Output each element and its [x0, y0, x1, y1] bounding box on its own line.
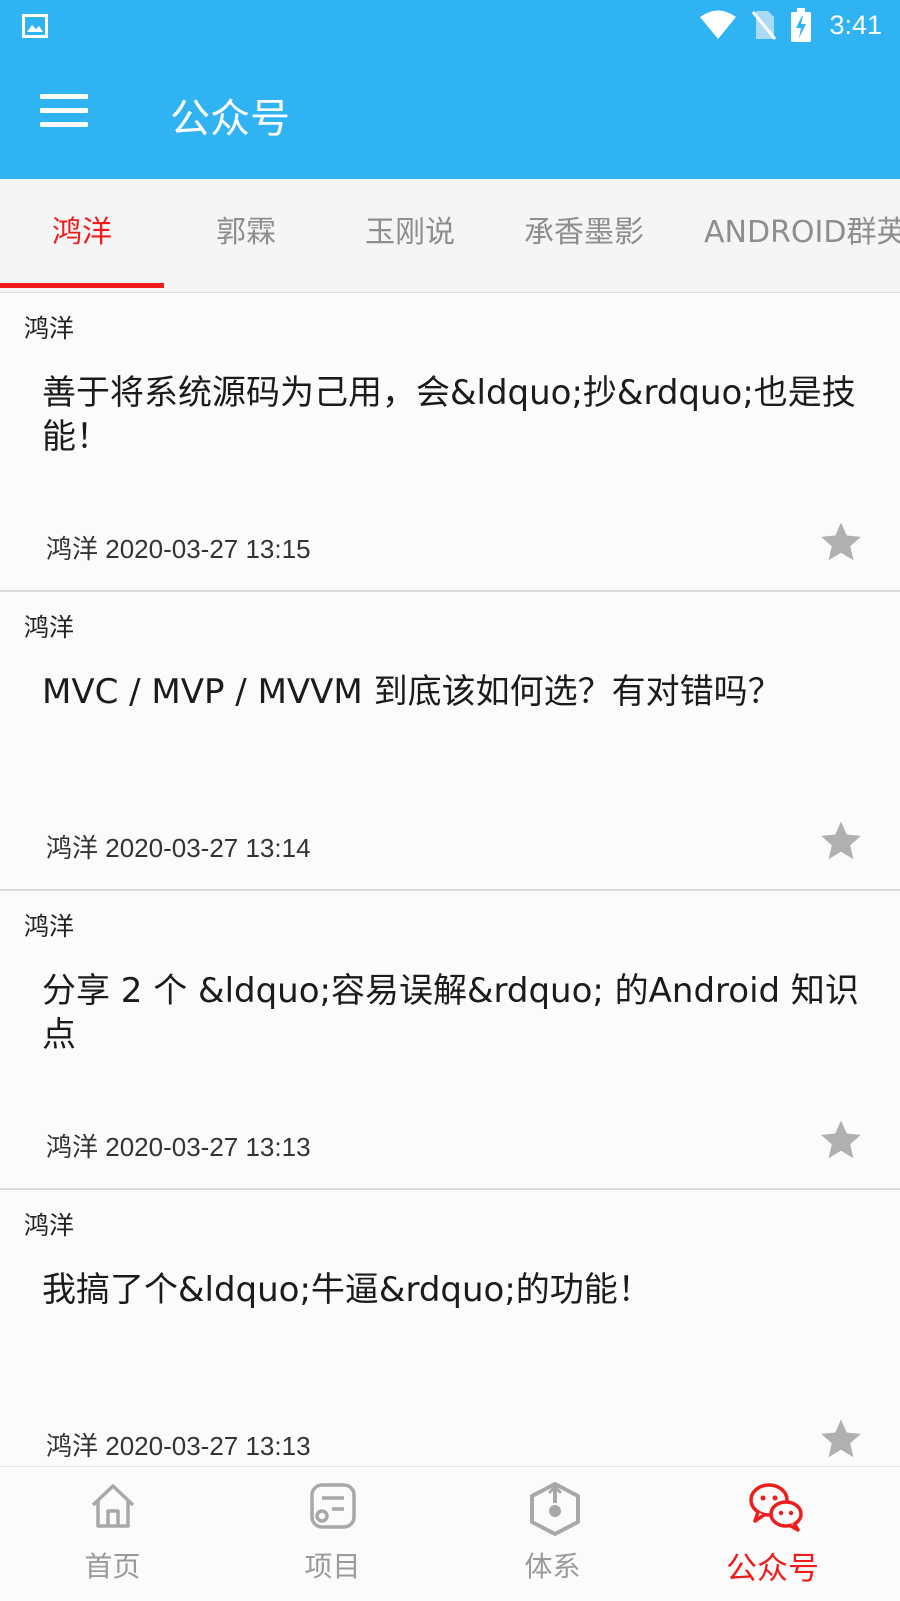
nav-official-accounts[interactable]: 公众号: [660, 1467, 885, 1601]
tab-label: 承香墨影: [524, 215, 644, 250]
wifi-icon: [700, 10, 737, 39]
nav-label: 首页: [84, 1550, 141, 1583]
tab-hongyang[interactable]: 鸿洋: [0, 179, 164, 292]
status-time: 3:41: [829, 9, 882, 40]
article-author: 鸿洋: [24, 314, 75, 343]
image-icon: [22, 14, 48, 38]
star-icon[interactable]: [818, 519, 864, 565]
tab-label: 玉刚说: [365, 215, 455, 250]
article-author: 鸿洋: [24, 1211, 75, 1240]
app-bar: 公众号: [0, 52, 900, 179]
bottom-navigation: 首页 项目 体系 公众号: [0, 1466, 900, 1601]
article-meta: 鸿洋 2020-03-27 13:14: [46, 828, 311, 865]
tab-bar: 鸿洋 郭霖 玉刚说 承香墨影 ANDROID群英传: [0, 179, 900, 293]
article-card[interactable]: 鸿洋 MVC / MVP / MVVM 到底该如何选？有对错吗？ 鸿洋 2020…: [0, 592, 900, 891]
nav-label: 体系: [524, 1550, 581, 1583]
article-card[interactable]: 鸿洋 我搞了个&ldquo;牛逼&rdquo;的功能！ 鸿洋 2020-03-2…: [0, 1190, 900, 1487]
meta-author: 鸿洋: [46, 834, 99, 864]
meta-date: 2020-03-27 13:15: [105, 534, 311, 564]
project-list-icon: [310, 1483, 356, 1529]
article-card[interactable]: 鸿洋 分享 2 个 &ldquo;容易误解&rdquo; 的Android 知识…: [0, 891, 900, 1190]
star-icon[interactable]: [818, 1117, 864, 1163]
tab-android-qunyingzhuan[interactable]: ANDROID群英传: [704, 179, 900, 292]
tab-label: 鸿洋: [52, 215, 112, 250]
page-title: 公众号: [170, 96, 290, 142]
battery-charging-icon: [791, 8, 812, 42]
nav-label: 公众号: [726, 1551, 819, 1587]
nav-home[interactable]: 首页: [0, 1467, 225, 1601]
article-meta: 鸿洋 2020-03-27 13:13: [46, 1426, 311, 1463]
meta-date: 2020-03-27 13:13: [105, 1431, 311, 1461]
article-title[interactable]: 善于将系统源码为己用，会&ldquo;抄&rdquo;也是技能！: [42, 371, 862, 459]
status-bar: 3:41: [0, 0, 900, 52]
system-hexagon-icon: [530, 1482, 580, 1536]
article-title[interactable]: MVC / MVP / MVVM 到底该如何选？有对错吗？: [42, 670, 862, 714]
hamburger-menu-icon[interactable]: [40, 94, 88, 134]
article-meta: 鸿洋 2020-03-27 13:15: [46, 529, 311, 566]
home-icon: [91, 1484, 135, 1528]
nav-system[interactable]: 体系: [440, 1467, 665, 1601]
meta-author: 鸿洋: [46, 1133, 99, 1163]
article-meta: 鸿洋 2020-03-27 13:13: [46, 1127, 311, 1164]
article-card[interactable]: 鸿洋 善于将系统源码为己用，会&ldquo;抄&rdquo;也是技能！ 鸿洋 2…: [0, 293, 900, 592]
article-title[interactable]: 我搞了个&ldquo;牛逼&rdquo;的功能！: [42, 1268, 862, 1312]
tab-chengxiangmoying[interactable]: 承香墨影: [492, 179, 676, 292]
tab-indicator: [0, 283, 164, 288]
article-author: 鸿洋: [24, 613, 75, 642]
tab-label: ANDROID群英传: [704, 215, 900, 250]
no-sim-icon: [752, 11, 777, 40]
tab-yugangshuo[interactable]: 玉刚说: [328, 179, 492, 292]
star-icon[interactable]: [818, 1416, 864, 1462]
star-icon[interactable]: [818, 818, 864, 864]
nav-label: 项目: [304, 1550, 361, 1583]
article-title[interactable]: 分享 2 个 &ldquo;容易误解&rdquo; 的Android 知识点: [42, 969, 862, 1057]
meta-author: 鸿洋: [46, 535, 99, 565]
meta-date: 2020-03-27 13:14: [105, 833, 311, 863]
article-author: 鸿洋: [24, 912, 75, 941]
tab-guolin[interactable]: 郭霖: [164, 179, 328, 292]
meta-author: 鸿洋: [46, 1432, 99, 1462]
tab-label: 郭霖: [216, 215, 276, 250]
nav-project[interactable]: 项目: [220, 1467, 445, 1601]
meta-date: 2020-03-27 13:13: [105, 1132, 311, 1162]
wechat-icon: [749, 1483, 803, 1532]
